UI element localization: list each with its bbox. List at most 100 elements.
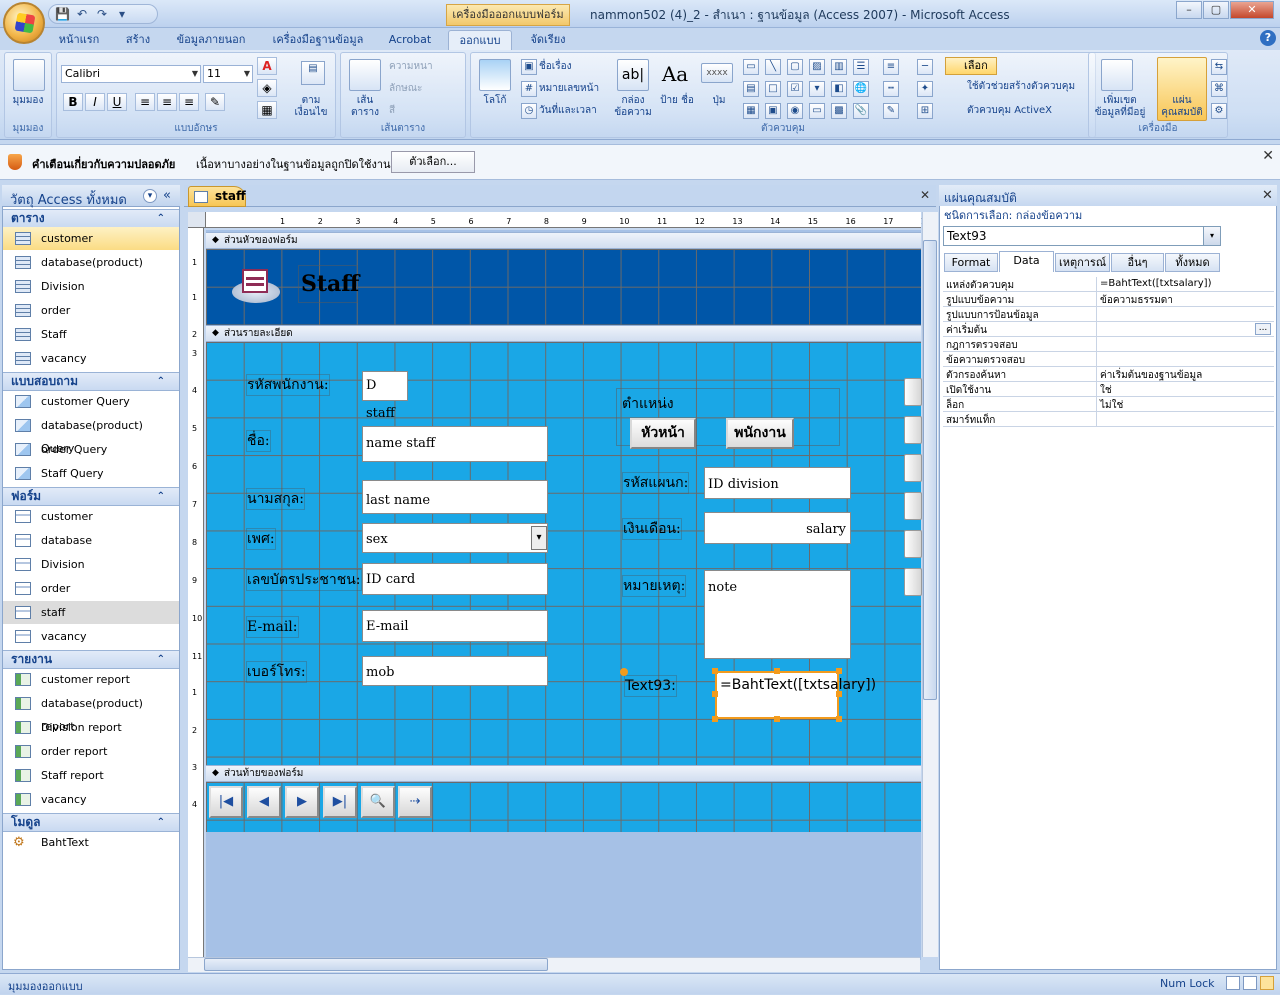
property-row[interactable]: สมาร์ทแท็ก <box>943 412 1274 427</box>
help-icon[interactable]: ? <box>1260 30 1276 46</box>
label-note[interactable]: หมายเหตุ: <box>622 575 687 597</box>
resize-handle-icon[interactable] <box>712 716 718 722</box>
nav-item-customer-query[interactable]: customer Query <box>3 390 179 413</box>
label-phone[interactable]: เบอร์โทร: <box>246 661 307 683</box>
option-button-icon[interactable]: ◉ <box>787 103 803 119</box>
activex-label[interactable]: ตัวควบคุม ActiveX <box>949 105 1095 117</box>
label-control-label[interactable]: ป้าย ชื่อ <box>655 95 699 107</box>
last-record-button[interactable]: ▶| <box>323 786 357 818</box>
date-time-icon[interactable]: ◷ <box>521 103 537 119</box>
logo-icon[interactable] <box>479 59 511 91</box>
font-color-icon[interactable]: A <box>257 57 277 75</box>
date-time-label[interactable]: วันที่และเวลา <box>539 105 609 117</box>
maximize-button[interactable]: ▢ <box>1203 1 1229 19</box>
view-code-icon[interactable]: ⌘ <box>1211 81 1227 97</box>
nav-item-staff-query[interactable]: Staff Query <box>3 462 179 485</box>
tab-all[interactable]: ทั้งหมด <box>1165 253 1220 272</box>
selection-handle-icon[interactable] <box>620 668 628 676</box>
form-tool-icon[interactable] <box>904 378 922 406</box>
resize-handle-icon[interactable] <box>836 691 842 697</box>
find-next-icon[interactable]: ⇢ <box>398 786 432 818</box>
nav-category-modules[interactable]: โมดูล ⌃ <box>3 813 179 832</box>
nav-item-module-bahttext[interactable]: ⚙ BahtText <box>3 831 179 854</box>
section-bar-form-footer[interactable]: ◆ ส่วนท้ายของฟอร์ม <box>206 765 921 782</box>
gridline-width-label[interactable]: ความหนา <box>389 61 459 73</box>
head-option-button[interactable]: หัวหน้า <box>630 418 696 449</box>
property-row[interactable]: รูปแบบการป้อนข้อมูล <box>943 307 1274 322</box>
font-family-combo[interactable]: Calibri ▼ <box>61 65 201 83</box>
gridline-color-label[interactable]: สี <box>389 105 459 117</box>
fill-color-icon[interactable]: ◈ <box>257 79 277 97</box>
tab-create[interactable]: สร้าง <box>118 30 158 50</box>
property-row[interactable]: กฎการตรวจสอบ <box>943 337 1274 352</box>
field-salary[interactable]: salary <box>704 512 851 544</box>
nav-item-form-division[interactable]: Division <box>3 553 179 576</box>
control-wizard-label[interactable]: ใช้ตัวช่วยสร้างตัวควบคุม <box>949 81 1095 93</box>
line-icon[interactable]: ╲ <box>765 59 781 75</box>
tab-home[interactable]: หน้าแรก <box>52 30 106 50</box>
close-document-icon[interactable]: ✕ <box>920 188 930 202</box>
nav-item-form-database[interactable]: database <box>3 529 179 552</box>
nav-item-order[interactable]: order <box>3 299 179 322</box>
unbound-object-icon[interactable]: ◧ <box>831 81 847 97</box>
resize-handle-icon[interactable] <box>712 668 718 674</box>
tab-acrobat[interactable]: Acrobat <box>380 30 440 50</box>
conditional-formatting-label[interactable]: ตาม เงื่อนไข <box>285 95 337 119</box>
field-division-id[interactable]: ID division <box>704 467 851 499</box>
tab-control-icon[interactable]: ▭ <box>743 59 759 75</box>
save-icon[interactable]: 💾 <box>55 7 70 21</box>
field-last-name[interactable]: last name <box>362 480 548 514</box>
list-icon[interactable]: ☰ <box>853 59 869 75</box>
property-value[interactable]: ไม่ใช่ <box>1100 398 1123 413</box>
form-logo-icon[interactable] <box>232 267 284 305</box>
label-last-name[interactable]: นามสกุล: <box>246 488 305 510</box>
minimize-button[interactable]: – <box>1176 1 1202 19</box>
first-record-button[interactable]: |◀ <box>209 786 243 818</box>
label-icon[interactable]: Aa <box>659 59 691 91</box>
form-tool-icon[interactable] <box>904 568 922 596</box>
nav-item-customer-report[interactable]: customer report <box>3 668 179 691</box>
nav-item-customer[interactable]: customer <box>3 227 179 250</box>
resize-handle-icon[interactable] <box>774 668 780 674</box>
nav-item-database-product[interactable]: database(product) <box>3 251 179 274</box>
image-icon[interactable]: ▨ <box>809 59 825 75</box>
align-left-icon[interactable]: ≡ <box>135 93 155 111</box>
font-size-combo[interactable]: 11 ▼ <box>203 65 253 83</box>
property-value[interactable]: ใช่ <box>1100 383 1112 398</box>
line-color-icon[interactable]: ✎ <box>883 103 899 119</box>
align-right-icon[interactable]: ≡ <box>179 93 199 111</box>
label-email[interactable]: E-mail: <box>246 616 299 638</box>
detail-section[interactable]: รหัสพนักงาน: D staff ชื่อ: name staff นา… <box>206 342 921 765</box>
page-number-label[interactable]: หมายเลขหน้า <box>539 83 609 95</box>
nav-item-staff-report[interactable]: Staff report <box>3 764 179 787</box>
tab-format[interactable]: Format <box>944 253 998 272</box>
checkbox-icon[interactable]: ☑ <box>787 81 803 97</box>
listbox-icon[interactable]: ▤ <box>743 81 759 97</box>
field-note[interactable]: note <box>704 570 851 659</box>
form-tool-icon[interactable] <box>904 530 922 558</box>
resize-handle-icon[interactable] <box>836 668 842 674</box>
label-sex[interactable]: เพศ: <box>246 528 276 550</box>
nav-category-reports[interactable]: รายงาน ⌃ <box>3 650 179 669</box>
line-type-icon[interactable]: ┅ <box>883 81 899 97</box>
nav-item-division[interactable]: Division <box>3 275 179 298</box>
nav-item-form-vacancy[interactable]: vacancy <box>3 625 179 648</box>
underline-button[interactable]: U <box>107 93 127 111</box>
close-icon[interactable]: ✕ <box>1262 148 1274 164</box>
tab-database-tools[interactable]: เครื่องมือฐานข้อมูล <box>266 30 370 50</box>
select-button[interactable]: เลือก <box>945 57 997 75</box>
field-id-card[interactable]: ID card <box>362 563 548 595</box>
button-control-label[interactable]: ปุ่ม <box>697 95 741 107</box>
gridlines-label[interactable]: เส้น ตาราง <box>343 95 387 119</box>
insert-icon[interactable]: ⊞ <box>917 103 933 119</box>
attachment-icon[interactable]: 📎 <box>853 103 869 119</box>
form-title-label[interactable]: Staff <box>298 265 359 303</box>
label-division-id[interactable]: รหัสแผนก: <box>622 472 690 494</box>
label-id-card[interactable]: เลขบัตรประชาชน: <box>246 569 362 591</box>
resize-handle-icon[interactable] <box>712 691 718 697</box>
view-icon[interactable] <box>13 59 45 91</box>
label-position[interactable]: ตำแหน่ง <box>622 394 674 414</box>
title-icon[interactable]: ▣ <box>521 59 537 75</box>
section-bar-form-header[interactable]: ◆ ส่วนหัวของฟอร์ม <box>206 232 921 249</box>
bold-button[interactable]: B <box>63 93 83 111</box>
